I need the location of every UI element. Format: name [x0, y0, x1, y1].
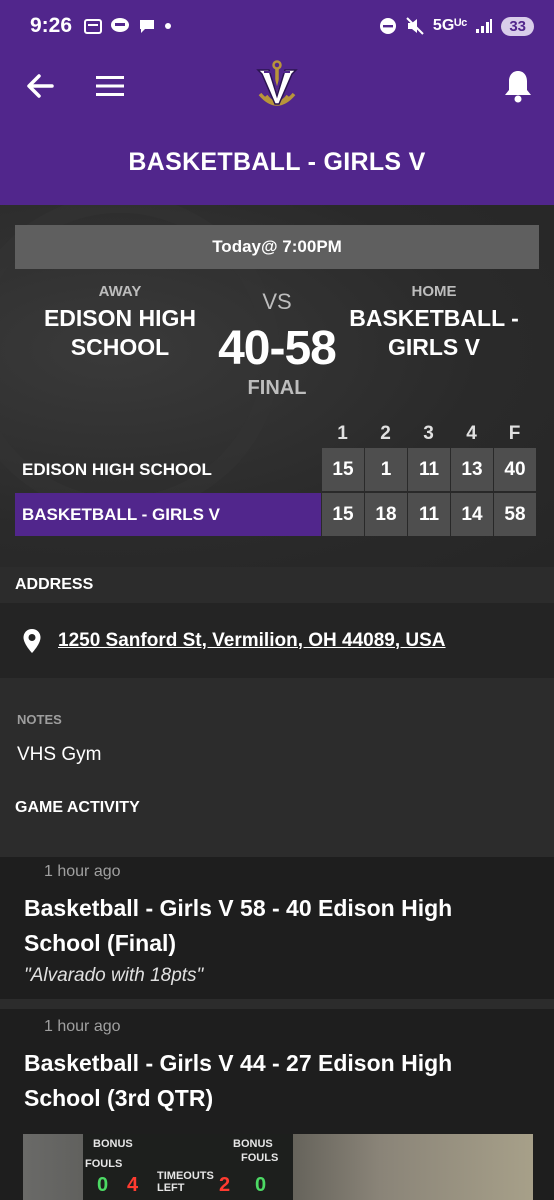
activity-time: 1 hour ago [44, 863, 121, 880]
linescore-cell: 11 [408, 493, 450, 536]
quarter-header: F [508, 423, 521, 444]
home-team-name: BASKETBALL - GIRLS V [349, 305, 519, 360]
vs-label: VS [262, 289, 292, 314]
address-section-header: ADDRESS [0, 567, 554, 603]
game-time-bar: Today@ 7:00PM [15, 225, 539, 269]
final-score: 40-58 [218, 322, 337, 375]
linescore-team-name: EDISON HIGH SCHOOL [22, 459, 212, 479]
linescore-cell: 1 [365, 448, 407, 491]
quarter-header: 3 [423, 423, 434, 444]
team-logo [252, 60, 302, 112]
home-label: HOME [411, 283, 457, 300]
mute-icon [406, 17, 424, 35]
linescore-row-home: BASKETBALL - GIRLS V 15 18 11 14 58 [15, 493, 539, 536]
battery-badge: 33 [501, 16, 534, 36]
linescore-cell: 40 [494, 448, 536, 491]
photo-digit: 0 [97, 1174, 109, 1196]
activity-quote: "Alvarado with 18pts" [24, 965, 204, 986]
away-label: AWAY [98, 283, 142, 300]
scoreboard: Today@ 7:00PM AWAY EDISON HIGH SCHOOL VS… [0, 205, 554, 567]
photo-timeouts: TIMEOUTS LEFT [157, 1170, 214, 1194]
notifications-button[interactable] [498, 66, 538, 106]
photo-bonus-left: BONUS [93, 1138, 133, 1150]
linescore-cell: 15 [322, 493, 364, 536]
menu-button[interactable] [92, 68, 128, 104]
quarter-header: 2 [380, 423, 391, 444]
linescore-cell: 58 [494, 493, 536, 536]
address-link[interactable]: 1250 Sanford St, Vermilion, OH 44089, US… [58, 630, 446, 652]
dot-icon [165, 23, 172, 29]
linescore-cell: 14 [451, 493, 493, 536]
arrow-left-icon [27, 74, 54, 98]
notes-section: NOTES VHS Gym [0, 678, 554, 793]
line-app-icon [111, 18, 130, 32]
calendar-notification-icon [84, 19, 103, 34]
do-not-disturb-icon [379, 18, 396, 34]
back-button[interactable] [22, 68, 58, 104]
network-label: 5Gᵁᶜ [432, 17, 468, 34]
activity-title: Basketball - Girls V 58 - 40 Edison High… [24, 895, 453, 956]
quarter-header: 4 [466, 423, 477, 444]
photo-bonus-right: BONUS [233, 1138, 273, 1150]
app-bar: BASKETBALL - GIRLS V [0, 52, 554, 205]
linescore-cell: 11 [408, 448, 450, 491]
activity-photo[interactable]: BONUS BONUS FOULS FOULS TIMEOUTS LEFT 0 … [23, 1134, 533, 1200]
photo-fouls-right: FOULS [241, 1152, 279, 1164]
address-row[interactable]: 1250 Sanford St, Vermilion, OH 44089, US… [0, 603, 554, 678]
linescore-cell: 15 [322, 448, 364, 491]
away-team-name: EDISON HIGH SCHOOL [43, 305, 197, 360]
linescore-cell: 13 [451, 448, 493, 491]
chat-bubble-icon [140, 20, 155, 33]
linescore-team-name: BASKETBALL - GIRLS V [15, 493, 321, 536]
status-bar: 9:26 5Gᵁᶜ 33 [0, 0, 554, 52]
photo-digit: 2 [219, 1174, 231, 1196]
map-pin-icon [23, 628, 41, 653]
notes-label: NOTES [17, 712, 62, 727]
activity-item[interactable]: 1 hour ago Basketball - Girls V 58 - 40 … [0, 857, 554, 1009]
bell-icon [505, 71, 531, 103]
photo-digit: 0 [255, 1174, 267, 1196]
anchor-v-logo-icon [256, 60, 298, 106]
home-team: HOME BASKETBALL - GIRLS V [334, 283, 534, 362]
status-time: 9:26 [30, 14, 73, 37]
away-team: AWAY EDISON HIGH SCHOOL [20, 283, 220, 362]
photo-digit: 4 [127, 1174, 139, 1196]
activity-section-header: GAME ACTIVITY [0, 793, 554, 857]
linescore-header: 1 2 3 4 F [321, 423, 536, 445]
game-status: FINAL [247, 377, 307, 399]
linescore-cell: 18 [365, 493, 407, 536]
activity-time: 1 hour ago [44, 1018, 121, 1035]
linescore-row-away: EDISON HIGH SCHOOL 15 1 11 13 40 [15, 448, 539, 491]
notes-value: VHS Gym [17, 744, 102, 765]
photo-fouls-left: FOULS [85, 1158, 123, 1170]
signal-icon [476, 19, 493, 33]
hamburger-icon [96, 76, 124, 96]
activity-title: Basketball - Girls V 44 - 27 Edison High… [24, 1050, 453, 1111]
page-title: BASKETBALL - GIRLS V [128, 148, 426, 176]
scoreboard-photo: BONUS BONUS FOULS FOULS TIMEOUTS LEFT 0 … [83, 1134, 293, 1200]
quarter-header: 1 [337, 423, 348, 444]
